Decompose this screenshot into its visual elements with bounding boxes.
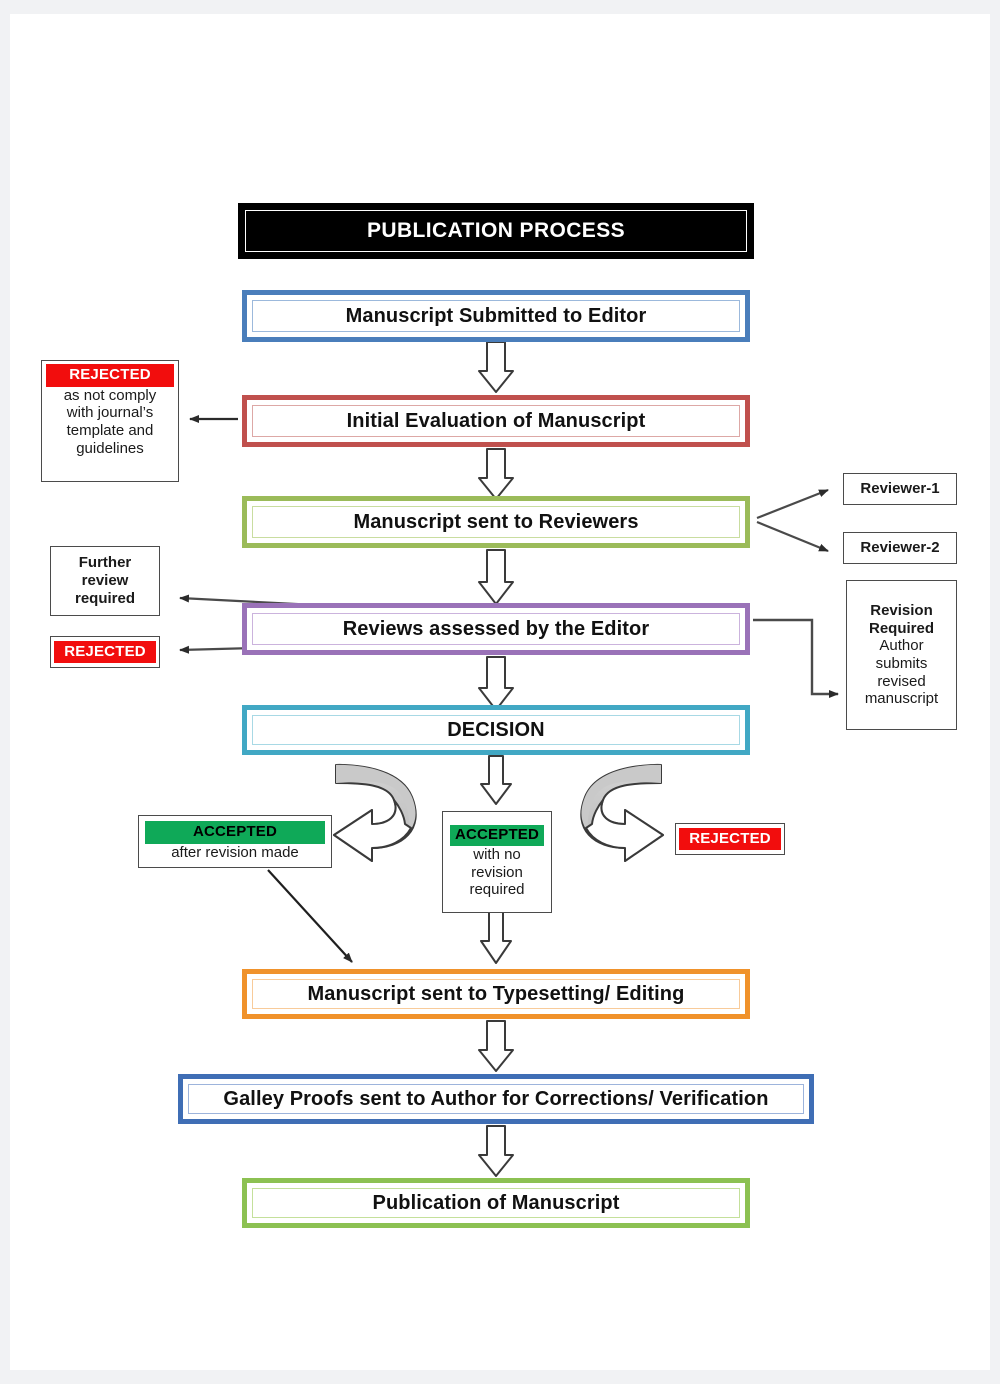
step-label: Manuscript Submitted to Editor [345, 304, 647, 327]
step-decision[interactable]: DECISION [242, 705, 750, 755]
step-galley-proofs[interactable]: Galley Proofs sent to Author for Correct… [178, 1074, 814, 1124]
node-rejected-after-review[interactable]: REJECTED [50, 636, 160, 668]
step-label: Galley Proofs sent to Author for Correct… [223, 1087, 769, 1110]
node-text-line: Further [78, 554, 132, 572]
node-text-line: with no [473, 845, 521, 863]
node-rejected-decision[interactable]: REJECTED [675, 823, 785, 855]
connector-reviewers-to-reviewer-1 [756, 488, 829, 520]
node-text-line: submits [875, 655, 928, 672]
step-initial-evaluation[interactable]: Initial Evaluation of Manuscript [242, 395, 750, 447]
block-arrow-submitted-to-initial [478, 341, 514, 393]
title-inner-frame: PUBLICATION PROCESS [245, 210, 747, 252]
node-text-line: with journal’s [66, 404, 154, 422]
block-arrow-initial-to-reviewers [478, 448, 514, 500]
curved-arrow-decision-to-rejected [580, 763, 664, 862]
step-label: Manuscript sent to Typesetting/ Editing [307, 982, 685, 1005]
node-label: Reviewer-1 [860, 480, 940, 498]
node-revision-required[interactable]: Revision Required Author submits revised… [846, 580, 957, 730]
connector-accepted-after-revision-to-typeset [267, 869, 353, 963]
block-arrow-assessed-to-decision [478, 656, 514, 711]
node-text-line: Author [879, 637, 924, 655]
node-text-line: revised [877, 672, 926, 690]
node-text-line: required [469, 881, 525, 899]
connector-assessed-to-revision-required [753, 618, 839, 698]
step-inner-frame: Manuscript sent to Reviewers [252, 506, 740, 538]
node-text-line: template and [66, 422, 154, 440]
block-arrow-galley-to-publication [478, 1125, 514, 1177]
step-typesetting-editing[interactable]: Manuscript sent to Typesetting/ Editing [242, 969, 750, 1019]
node-text-line: Revision [870, 601, 933, 619]
step-inner-frame: Manuscript sent to Typesetting/ Editing [252, 979, 740, 1009]
node-further-review-required[interactable]: Further review required [50, 546, 160, 616]
node-text-line: as not comply [63, 386, 157, 404]
node-text-line: Required [868, 619, 934, 637]
step-label: DECISION [447, 718, 545, 741]
step-inner-frame: Initial Evaluation of Manuscript [252, 405, 740, 437]
connector-reviewers-to-reviewer-2 [756, 520, 829, 553]
node-text-line: revision [471, 863, 523, 881]
step-label: Publication of Manuscript [372, 1191, 620, 1214]
node-accepted-after-revision[interactable]: ACCEPTED after revision made [138, 815, 332, 868]
status-badge-rejected: REJECTED [679, 827, 781, 851]
node-text-line: required [74, 589, 135, 607]
node-label: Reviewer-2 [860, 539, 940, 557]
diagram-title-box: PUBLICATION PROCESS [238, 203, 754, 259]
step-manuscript-sent-to-reviewers[interactable]: Manuscript sent to Reviewers [242, 496, 750, 548]
block-arrow-accepted-to-typeset [480, 909, 512, 964]
step-reviews-assessed[interactable]: Reviews assessed by the Editor [242, 603, 750, 655]
node-text-line: manuscript [864, 690, 939, 708]
step-inner-frame: Reviews assessed by the Editor [252, 613, 740, 645]
node-text-line: guidelines [76, 439, 144, 457]
block-arrow-typeset-to-galley [478, 1020, 514, 1072]
status-badge-accepted: ACCEPTED [145, 821, 325, 844]
node-text-line: after revision made [171, 844, 299, 861]
node-text-line: review [81, 572, 129, 590]
status-badge-rejected: REJECTED [46, 364, 174, 387]
flowchart-page: PUBLICATION PROCESS Manuscript Submitted… [0, 0, 1000, 1384]
status-badge-rejected: REJECTED [54, 640, 156, 664]
step-manuscript-submitted[interactable]: Manuscript Submitted to Editor [242, 290, 750, 342]
step-inner-frame: DECISION [252, 715, 740, 745]
step-publication-of-manuscript[interactable]: Publication of Manuscript [242, 1178, 750, 1228]
step-inner-frame: Publication of Manuscript [252, 1188, 740, 1218]
node-reviewer-1[interactable]: Reviewer-1 [843, 473, 957, 505]
node-accepted-no-revision[interactable]: ACCEPTED with no revision required [442, 811, 552, 913]
node-rejected-not-compliant[interactable]: REJECTED as not comply with journal’s te… [41, 360, 179, 482]
page-title: PUBLICATION PROCESS [366, 219, 626, 242]
step-inner-frame: Galley Proofs sent to Author for Correct… [188, 1084, 804, 1114]
step-label: Manuscript sent to Reviewers [353, 510, 639, 533]
node-reviewer-2[interactable]: Reviewer-2 [843, 532, 957, 564]
curved-arrow-decision-to-accepted-after-revision [333, 763, 417, 862]
step-label: Initial Evaluation of Manuscript [346, 409, 646, 432]
block-arrow-reviewers-to-assessed [478, 549, 514, 605]
block-arrow-decision-to-accepted [480, 755, 512, 805]
step-inner-frame: Manuscript Submitted to Editor [252, 300, 740, 332]
status-badge-accepted: ACCEPTED [449, 825, 545, 846]
step-label: Reviews assessed by the Editor [342, 617, 650, 640]
